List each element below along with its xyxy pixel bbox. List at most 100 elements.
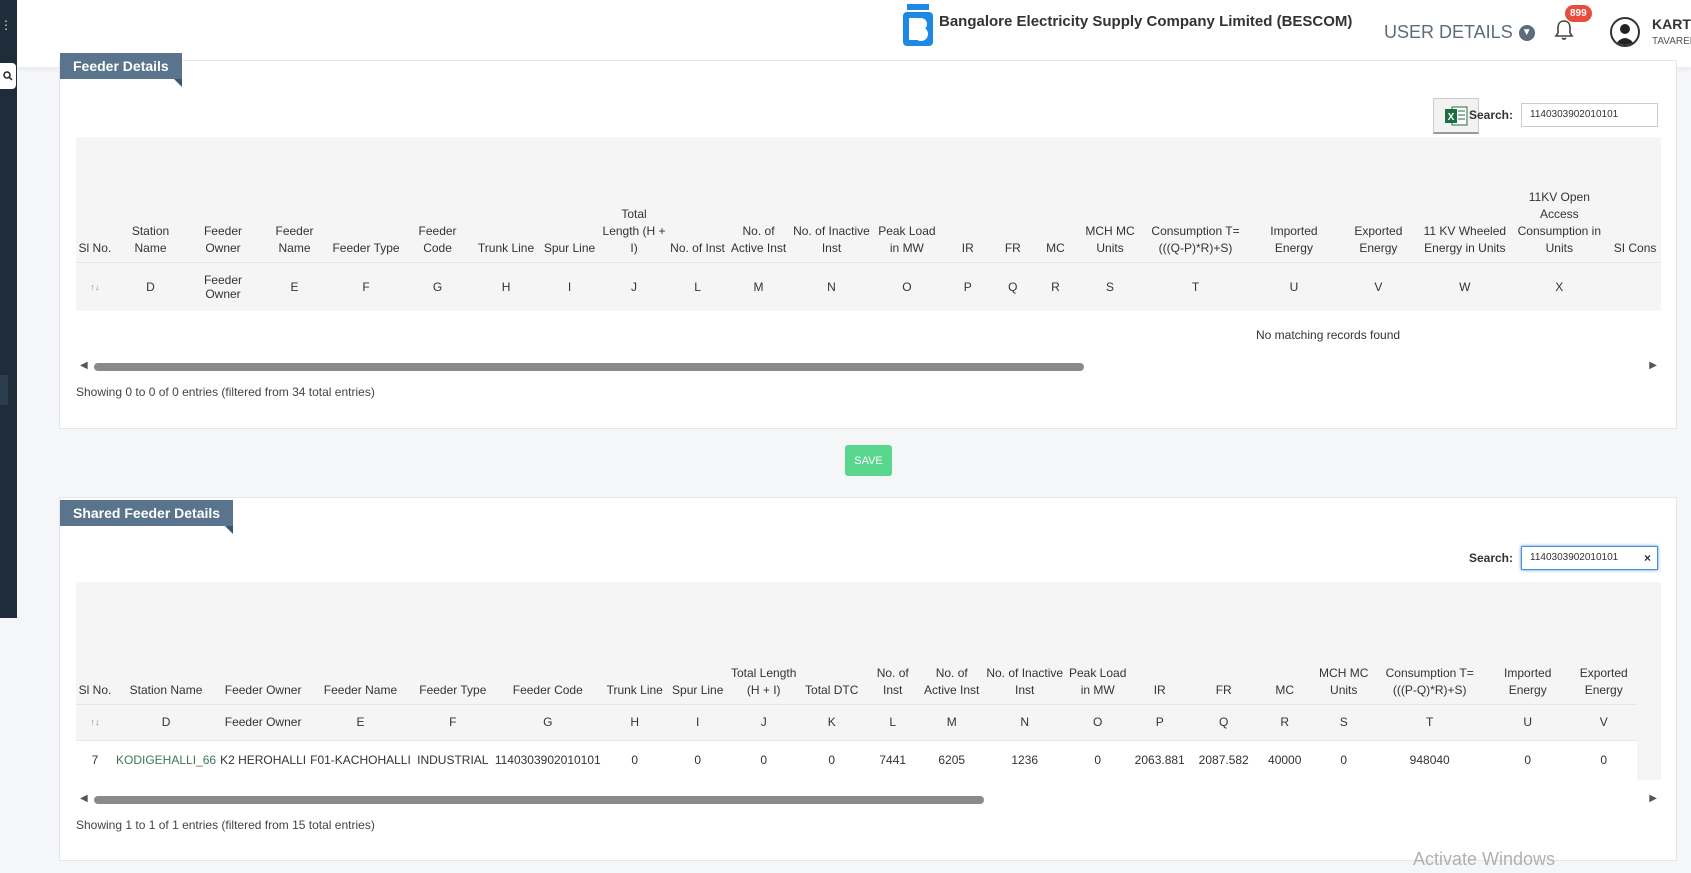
col-header[interactable]: Feeder Type — [330, 137, 402, 262]
col-header[interactable]: No. of Active Inst — [727, 137, 790, 262]
col-header[interactable]: Total DTC — [799, 582, 865, 704]
save-button[interactable]: SAVE — [845, 445, 892, 476]
user-details-label: USER DETAILS — [1384, 22, 1513, 42]
col-header[interactable]: Trunk Line — [603, 582, 667, 704]
cell: 2063.881 — [1128, 739, 1191, 780]
col-header[interactable]: FR — [1191, 582, 1257, 704]
col-header[interactable]: No. of Inactive Inst — [983, 582, 1067, 704]
cell: KODIGEHALLI_66 — [114, 739, 219, 780]
col-letter: F — [412, 703, 493, 740]
col-header[interactable]: Imported Energy — [1485, 582, 1571, 704]
chevron-down-icon: ▼ — [1518, 24, 1535, 41]
col-header[interactable]: Sl No. — [76, 137, 114, 262]
col-header[interactable]: Feeder Name — [308, 582, 413, 704]
col-header[interactable]: MC — [1257, 582, 1313, 704]
col-header[interactable]: 11KV Open Access Consumption in Units — [1510, 137, 1610, 262]
search-label: Search: — [1468, 108, 1513, 122]
col-letter: Feeder Owner — [187, 261, 259, 311]
col-header[interactable]: Station Name — [114, 137, 187, 262]
col-letter: H — [602, 703, 667, 740]
col-header[interactable]: IR — [941, 137, 995, 262]
avatar[interactable] — [1610, 17, 1640, 47]
col-header[interactable]: Feeder Type — [413, 582, 493, 704]
col-header[interactable]: Feeder Code — [493, 582, 603, 704]
shared-feeder-details-panel: Shared Feeder Details Search: 1140303902… — [59, 497, 1677, 861]
sidebar: ⋮ — [0, 0, 17, 618]
cell: 7 — [76, 739, 114, 780]
table-info: Showing 0 to 0 of 0 entries (filtered fr… — [76, 385, 375, 399]
cell: 0 — [1312, 739, 1375, 780]
col-header[interactable]: Station Name — [114, 582, 218, 704]
user-subtitle: TAVAREKER — [1652, 36, 1691, 47]
col-header[interactable]: Feeder Owner — [218, 582, 308, 704]
col-header[interactable]: MC — [1031, 137, 1081, 262]
table-row[interactable]: 7 KODIGEHALLI_66 K2 HEROHALLI F01-KACHOH… — [76, 739, 1637, 780]
horizontal-scrollbar[interactable]: ◀ ▶ — [76, 359, 1661, 373]
cell: 0 — [666, 739, 729, 780]
col-header[interactable]: Exported Energy — [1571, 582, 1637, 704]
col-header[interactable]: Trunk Line — [473, 137, 538, 262]
col-header[interactable]: No. of Inst — [668, 137, 727, 262]
menu-icon[interactable]: ⋮ — [0, 18, 12, 32]
cell: 6205 — [920, 739, 983, 780]
scroll-right-icon[interactable]: ▶ — [1649, 793, 1657, 804]
scroll-right-icon[interactable]: ▶ — [1649, 360, 1657, 371]
col-header[interactable]: Feeder Name — [259, 137, 331, 262]
col-header[interactable]: 11 KV Wheeled Energy in Units — [1420, 137, 1509, 262]
col-header[interactable]: No. of Inst — [865, 582, 921, 704]
col-header[interactable]: Total Length (H + I) — [600, 137, 668, 262]
scroll-left-icon[interactable]: ◀ — [80, 360, 88, 371]
col-letter: J — [600, 261, 668, 311]
search-value: 1140303902010101 — [1530, 552, 1619, 563]
search-icon[interactable] — [0, 63, 16, 89]
col-header[interactable]: Spur Line — [539, 137, 600, 262]
panel-title: Feeder Details — [60, 53, 182, 87]
sort-icon[interactable]: ↑↓ — [76, 703, 114, 740]
col-letter: J — [728, 703, 799, 740]
col-header[interactable]: Imported Energy — [1251, 137, 1336, 262]
search-input[interactable]: 1140303902010101 — [1521, 103, 1658, 127]
panel-title: Shared Feeder Details — [60, 500, 234, 534]
col-header[interactable]: Feeder Code — [402, 137, 474, 262]
col-letter: H — [473, 261, 539, 311]
shared-feeder-table: Sl No. Station Name Feeder Owner Feeder … — [76, 582, 1661, 780]
horizontal-scrollbar[interactable]: ◀ ▶ — [76, 792, 1661, 806]
cell: 2087.582 — [1190, 739, 1257, 780]
excel-icon: X — [1445, 106, 1468, 125]
scroll-thumb[interactable] — [94, 363, 1084, 371]
col-header[interactable]: Sl No. — [76, 582, 114, 704]
col-header[interactable]: Consumption T=(((P-Q)*R)+S) — [1375, 582, 1485, 704]
col-letter: U — [1484, 703, 1571, 740]
col-letter: N — [789, 261, 874, 311]
col-header[interactable]: No. of Inactive Inst — [790, 137, 873, 262]
col-letter: Q — [994, 261, 1031, 311]
scroll-thumb[interactable] — [94, 796, 984, 804]
col-header[interactable]: Peak Load in MW — [873, 137, 940, 262]
cell: 0 — [602, 739, 667, 780]
cell: 1236 — [982, 739, 1067, 780]
sort-icon[interactable]: ↑↓ — [76, 261, 114, 311]
col-header[interactable]: No. of Active Inst — [921, 582, 983, 704]
sidebar-active-marker — [0, 375, 8, 405]
col-header[interactable]: IR — [1129, 582, 1191, 704]
scroll-left-icon[interactable]: ◀ — [80, 793, 88, 804]
col-header[interactable]: Peak Load in MW — [1067, 582, 1129, 704]
col-header[interactable]: Exported Energy — [1337, 137, 1420, 262]
col-header[interactable]: Total Length (H + I) — [729, 582, 799, 704]
col-letter: S — [1080, 261, 1140, 311]
col-header[interactable]: Feeder Owner — [187, 137, 259, 262]
col-letter: E — [308, 703, 413, 740]
col-header[interactable]: FR — [995, 137, 1031, 262]
col-header[interactable]: SI Cons — [1609, 137, 1661, 262]
col-header[interactable]: MCH MC Units — [1313, 582, 1375, 704]
clear-search-icon[interactable]: × — [1644, 547, 1651, 569]
col-header[interactable]: Consumption T=(((Q-P)*R)+S) — [1140, 137, 1251, 262]
col-letter: O — [873, 261, 941, 311]
table-info: Showing 1 to 1 of 1 entries (filtered fr… — [76, 818, 375, 832]
col-header[interactable]: MCH MC Units — [1080, 137, 1140, 262]
user-details-menu[interactable]: USER DETAILS ▼ — [1384, 22, 1535, 43]
col-header[interactable]: Spur Line — [667, 582, 729, 704]
col-letter: G — [401, 261, 474, 311]
search-input[interactable]: 1140303902010101 × — [1521, 546, 1658, 570]
col-letter: L — [864, 703, 921, 740]
